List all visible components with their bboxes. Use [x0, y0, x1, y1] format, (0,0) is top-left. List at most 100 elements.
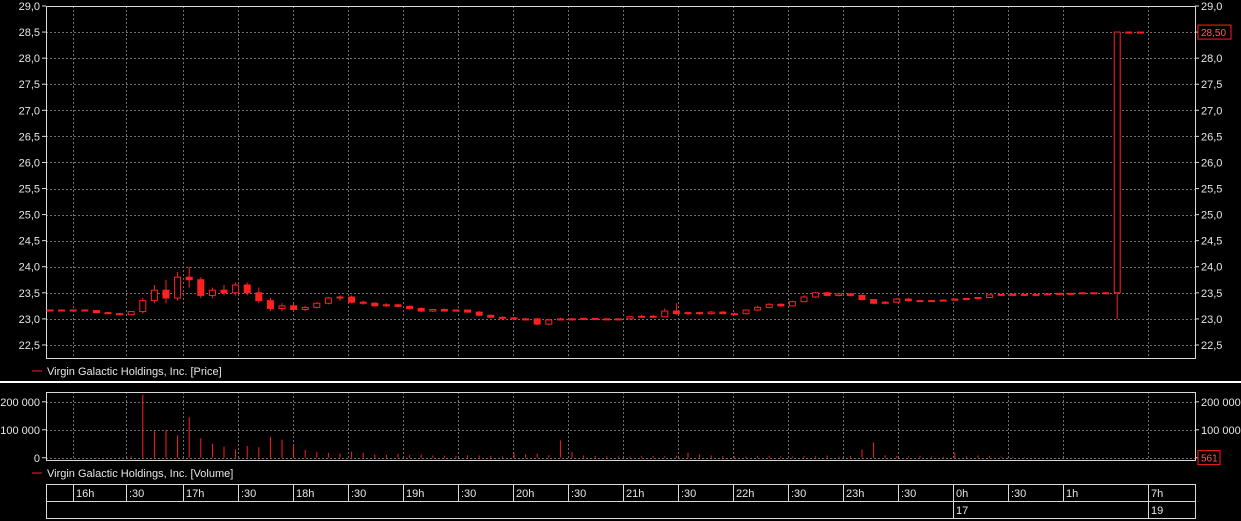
volume-grid [46, 392, 1195, 460]
price-candle-body [116, 313, 124, 316]
price-candle-body [951, 298, 959, 301]
price-grid [46, 6, 1195, 358]
price-candle-body [649, 315, 657, 318]
time-tick-label: :30 [351, 488, 366, 500]
price-panel-frame [46, 6, 1196, 359]
price-candle-body [986, 294, 994, 299]
price-candle-body [893, 298, 901, 303]
time-tick-label: 22h [736, 488, 754, 500]
price-candle [243, 282, 251, 296]
price-candle-body [1055, 292, 1063, 295]
price-candle [916, 299, 924, 303]
price-tick-label-right: 23,5 [1201, 288, 1222, 300]
price-candle-body [974, 297, 982, 300]
price-candle-body [788, 301, 796, 307]
price-candle [348, 295, 356, 304]
price-candle [1020, 293, 1028, 296]
price-candle [81, 309, 89, 312]
price-tick-label-left: 25,0 [19, 210, 40, 222]
price-candle [672, 303, 680, 315]
price-candle [1078, 292, 1086, 295]
price-candle-body [371, 302, 379, 307]
price-candle [707, 311, 715, 315]
price-candle [696, 311, 704, 315]
price-candle-body [464, 309, 472, 313]
price-candle-body [533, 318, 541, 325]
time-tick-label: :30 [681, 488, 696, 500]
price-candle [870, 299, 878, 305]
price-candle [464, 309, 472, 313]
price-candle [1102, 291, 1110, 295]
price-candle-body [754, 306, 762, 311]
price-candle-body [823, 292, 831, 296]
price-candle [684, 311, 692, 316]
volume-bars [49, 394, 1141, 458]
price-candle [742, 309, 750, 315]
price-tick-label-left: 28,5 [19, 27, 40, 39]
price-candle-body [556, 318, 564, 321]
price-candle [1055, 292, 1063, 295]
price-tick-label-right: 26,0 [1201, 157, 1222, 169]
price-candle [371, 302, 379, 307]
price-candle-body [232, 284, 240, 294]
price-candle [835, 292, 843, 297]
price-candle [1090, 292, 1098, 295]
price-candle-body [568, 318, 576, 321]
price-candle-body [719, 311, 727, 315]
price-candle [649, 314, 657, 318]
price-candle-body [1032, 293, 1040, 296]
price-candle-body [1078, 292, 1086, 295]
price-candle-body [846, 293, 854, 296]
price-candle [614, 318, 622, 321]
price-tick-label-right: 29,0 [1201, 1, 1222, 13]
price-candle [997, 293, 1005, 296]
price-candle-body [835, 293, 843, 296]
price-candle-body [580, 317, 588, 320]
price-candle [800, 295, 808, 303]
price-candle-body [58, 309, 66, 312]
time-tick-label: 19h [406, 488, 424, 500]
time-axis: 16h:30 17h:30 18h:30 19h:30 20h:30 21h:30 22h:… [46, 484, 1196, 519]
price-candle-body [1009, 293, 1017, 296]
price-candle [487, 314, 495, 318]
price-candle-body [1090, 292, 1098, 295]
price-tick-label-right: 22,5 [1201, 340, 1222, 352]
price-candle-body [278, 305, 286, 309]
time-tick-label: 16h [76, 488, 94, 500]
price-candle-body [881, 301, 889, 304]
price-candle-body [475, 311, 483, 316]
price-candle [1136, 31, 1144, 34]
price-candle [359, 300, 367, 305]
price-tick-label-left: 26,0 [19, 157, 40, 169]
time-tick-label: 18h [296, 488, 314, 500]
price-candle [788, 300, 796, 307]
price-candle-body [429, 309, 437, 312]
time-tick-label: :30 [241, 488, 256, 500]
price-candle [626, 316, 634, 320]
price-candle [777, 303, 785, 307]
price-tick-label-left: 24,5 [19, 236, 40, 248]
price-candle [951, 298, 959, 301]
price-candle [638, 314, 646, 318]
time-tick-label: 20h [516, 488, 534, 500]
price-tick-label-left: 23,5 [19, 288, 40, 300]
price-candle-body [266, 300, 274, 309]
price-candles [46, 31, 1144, 326]
price-candle-body [904, 298, 912, 302]
price-candle-body [139, 300, 147, 313]
price-candle [162, 279, 170, 304]
volume-last-value-badge: 561 [1197, 450, 1221, 466]
time-tick-label: :30 [1011, 488, 1026, 500]
price-tick-label-right: 27,0 [1201, 105, 1222, 117]
price-candle [858, 294, 866, 301]
price-candle [754, 305, 762, 312]
price-candle-body [452, 309, 460, 312]
price-candle [139, 298, 147, 314]
price-tick-label-left: 23,0 [19, 314, 40, 326]
price-candle-body [614, 318, 622, 321]
price-candle [185, 266, 193, 288]
price-tick-label-left: 27,5 [19, 79, 40, 91]
price-candle [974, 296, 982, 300]
price-candle-body [870, 299, 878, 304]
price-candle-body [812, 292, 820, 298]
